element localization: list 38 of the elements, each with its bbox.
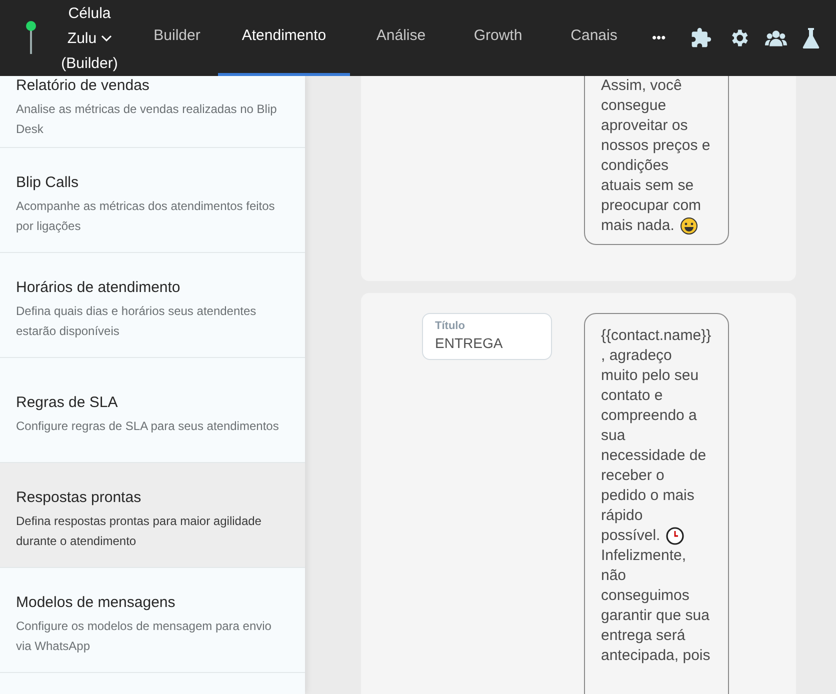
chevron-down-icon: [100, 34, 112, 42]
settings-menu-item[interactable]: Respostas prontas Defina respostas prontas para maior agilidade durante o atendimento: [0, 463, 305, 568]
clock-icon: [666, 527, 684, 545]
nav-tab[interactable]: Canais: [548, 0, 640, 76]
item-description: Analise as métricas de vendas realizadas no Blip Desk: [16, 101, 278, 138]
item-title: Horários de atendimento: [16, 278, 182, 298]
settings-menu-item[interactable]: Regras de SLA Configure regras de SLA para seus atendimentos: [0, 358, 305, 463]
puzzle-icon[interactable]: [690, 27, 712, 49]
workspace-dropdown[interactable]: Zulu: [67, 26, 112, 50]
item-title: Blip Calls: [16, 172, 80, 192]
workspace-label: Célula: [68, 4, 111, 24]
nav-tab[interactable]: Builder: [140, 0, 214, 76]
item-title: Relatório de vendas: [16, 76, 150, 96]
users-icon[interactable]: [764, 28, 787, 48]
field-label: Título: [435, 319, 466, 333]
pin-logo-icon[interactable]: [25, 20, 37, 56]
message-text: possível.: [601, 526, 660, 546]
item-description: Defina quais dias e horários seus atendentes estarão disponíveis: [16, 302, 258, 340]
item-description: Configure os modelos de mensagem para envio via WhatsApp: [16, 618, 272, 654]
more-button[interactable]: •••: [652, 28, 666, 48]
message-text: mais nada.: [601, 216, 674, 236]
item-title: Regras de SLA: [16, 392, 119, 412]
settings-menu-item[interactable]: Relatório de vendas Analise as métricas de vendas realizadas no Blip Desk: [0, 76, 305, 148]
nav-tab[interactable]: Análise: [354, 0, 448, 76]
nav-tab[interactable]: Growth: [452, 0, 544, 76]
workspace-label: (Builder): [61, 54, 118, 74]
settings-menu-item[interactable]: Modelos de mensagens Configure os modelos de mensagem para envio via WhatsApp: [0, 568, 305, 673]
item-description: Defina respostas prontas para maior agilidade durante o atendimento: [16, 512, 262, 550]
message-text: Infelizmente, não conseguimos garantir que sua entrega será antecipada, pois: [601, 546, 712, 666]
item-title: Modelos de mensagens: [16, 592, 176, 612]
item-description: Acompanhe as métricas dos atendimentos feitos por ligações: [16, 198, 276, 234]
item-title: Respostas prontas: [16, 488, 142, 508]
item-description: Configure regras de SLA para seus atendimentos: [16, 418, 280, 434]
settings-menu-item[interactable]: Horários de atendimento Defina quais dias e horários seus atendentes estarão disponíveis: [0, 253, 305, 358]
flask-icon[interactable]: [802, 27, 820, 49]
settings-menu-item[interactable]: Blip Calls Acompanhe as métricas dos atendimentos feitos por ligações: [0, 148, 305, 253]
title-field[interactable]: Título ENTREGA: [422, 313, 552, 360]
smiley-icon: [680, 217, 698, 235]
